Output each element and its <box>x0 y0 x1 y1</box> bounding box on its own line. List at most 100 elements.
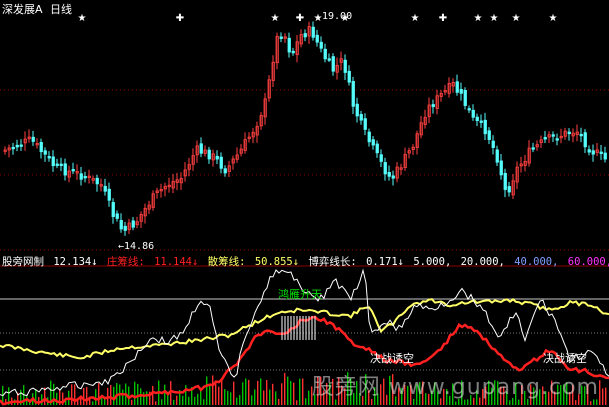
candle-body <box>291 50 295 54</box>
candle-body <box>95 177 99 185</box>
candle-body <box>483 119 487 135</box>
signal-mark: ★ <box>411 13 420 24</box>
volume-bar <box>248 379 250 405</box>
candle-body <box>471 109 475 118</box>
volume-bar <box>287 376 289 405</box>
signal-mark: ✚ <box>296 13 304 24</box>
volume-bar <box>281 383 283 405</box>
volume-bar <box>230 392 232 405</box>
candle-body <box>479 120 483 123</box>
candle-body <box>503 172 507 190</box>
volume-bar <box>188 396 190 405</box>
candle-body <box>115 213 119 219</box>
volume-bar <box>227 391 229 405</box>
volume-bar <box>284 372 286 405</box>
volume-bar <box>218 386 220 405</box>
candle-body <box>567 131 571 135</box>
zcx-value: 11.144↓ <box>154 256 199 268</box>
candle-body <box>287 37 291 53</box>
candle-body <box>111 202 115 218</box>
volume-bar <box>263 390 265 405</box>
candle-body <box>315 34 319 43</box>
volume-bar <box>590 401 592 405</box>
chart-title: 深发展A 日线 <box>2 1 76 16</box>
candle-body <box>19 144 23 147</box>
candle-body <box>555 138 559 141</box>
candle-body <box>47 156 51 159</box>
volume-bar <box>212 375 214 405</box>
candle-body <box>51 156 55 167</box>
candle-body <box>603 152 607 160</box>
volume-bar <box>233 381 235 405</box>
volume-bar <box>209 384 211 405</box>
volume-bar <box>146 391 148 405</box>
volume-bar <box>602 388 604 405</box>
indicator-value: 12.134↓ <box>53 256 98 268</box>
volume-bar <box>296 400 298 405</box>
candle-body <box>107 188 111 201</box>
candle-body <box>123 225 127 231</box>
volume-bar <box>239 395 241 405</box>
volume-bar <box>251 395 253 405</box>
scx-line <box>0 297 609 360</box>
volume-bar <box>257 380 259 405</box>
scx-value: 50.855↓ <box>254 256 300 268</box>
volume-bar <box>254 389 256 405</box>
high-price-label: 19.00 <box>322 11 353 22</box>
volume-bar <box>206 376 208 405</box>
candle-body <box>579 133 583 137</box>
candle-body <box>55 163 59 166</box>
candle-body <box>71 169 75 172</box>
volume-bar <box>137 383 139 405</box>
candle-body <box>551 134 555 137</box>
candle-body <box>463 89 467 106</box>
signal-mark: ★ <box>512 13 521 24</box>
volume-bar <box>110 385 112 405</box>
candle-body <box>347 70 351 83</box>
candle-body <box>355 103 359 117</box>
volume-bar <box>182 395 184 405</box>
signal-mark: ★ <box>78 13 87 24</box>
volume-bar <box>203 399 205 405</box>
signal-mark: ★ <box>474 13 483 24</box>
stock-name: 深发展A <box>2 3 43 16</box>
candle-body <box>491 140 495 148</box>
signal-mark: ✚ <box>176 13 184 24</box>
candle-body <box>39 142 43 153</box>
candle-body <box>83 176 87 179</box>
candle-body <box>507 186 511 193</box>
candle-body <box>495 149 499 163</box>
candle-body <box>215 155 219 160</box>
zcx-label: 庄筹线: <box>106 256 145 268</box>
volume-bar <box>197 393 199 405</box>
candle-body <box>371 139 375 146</box>
volume-bar <box>290 380 292 405</box>
candle-body <box>475 116 479 122</box>
annotation-juezhan-1: 决战诱空 <box>370 352 414 365</box>
candle-body <box>103 185 107 192</box>
volume-bar <box>152 385 154 405</box>
indicator-legend: 股旁网制 12.134↓ 庄筹线: 11.144↓ 散筹线: 50.855↓ 博… <box>2 254 609 268</box>
volume-bar <box>305 398 307 405</box>
volume-bar <box>308 390 310 405</box>
candle-body <box>343 59 347 73</box>
candle-body <box>431 104 435 108</box>
candle-body <box>331 56 335 72</box>
candle-body <box>591 150 595 155</box>
volume-bar <box>275 391 277 405</box>
kline-chart[interactable]: ★ ✚ ★ ✚ ★ ★ ★ ✚ ★ ★ ★ ★ <box>0 0 609 407</box>
candle-body <box>467 108 471 111</box>
level-4: 60.000, <box>567 256 609 268</box>
candle-body <box>31 136 35 142</box>
byxz-label: 博弈线长: <box>308 256 357 268</box>
period-label: 日线 <box>50 3 73 16</box>
candle-body <box>363 118 367 130</box>
volume-bar <box>164 384 166 405</box>
candle-body <box>599 151 603 154</box>
volume-bar <box>293 382 295 405</box>
volume-bar <box>224 389 226 405</box>
volume-bar <box>134 381 136 405</box>
low-price-label: ←14.86 <box>118 241 155 252</box>
volume-bar <box>278 399 280 405</box>
candle-body <box>43 150 47 155</box>
